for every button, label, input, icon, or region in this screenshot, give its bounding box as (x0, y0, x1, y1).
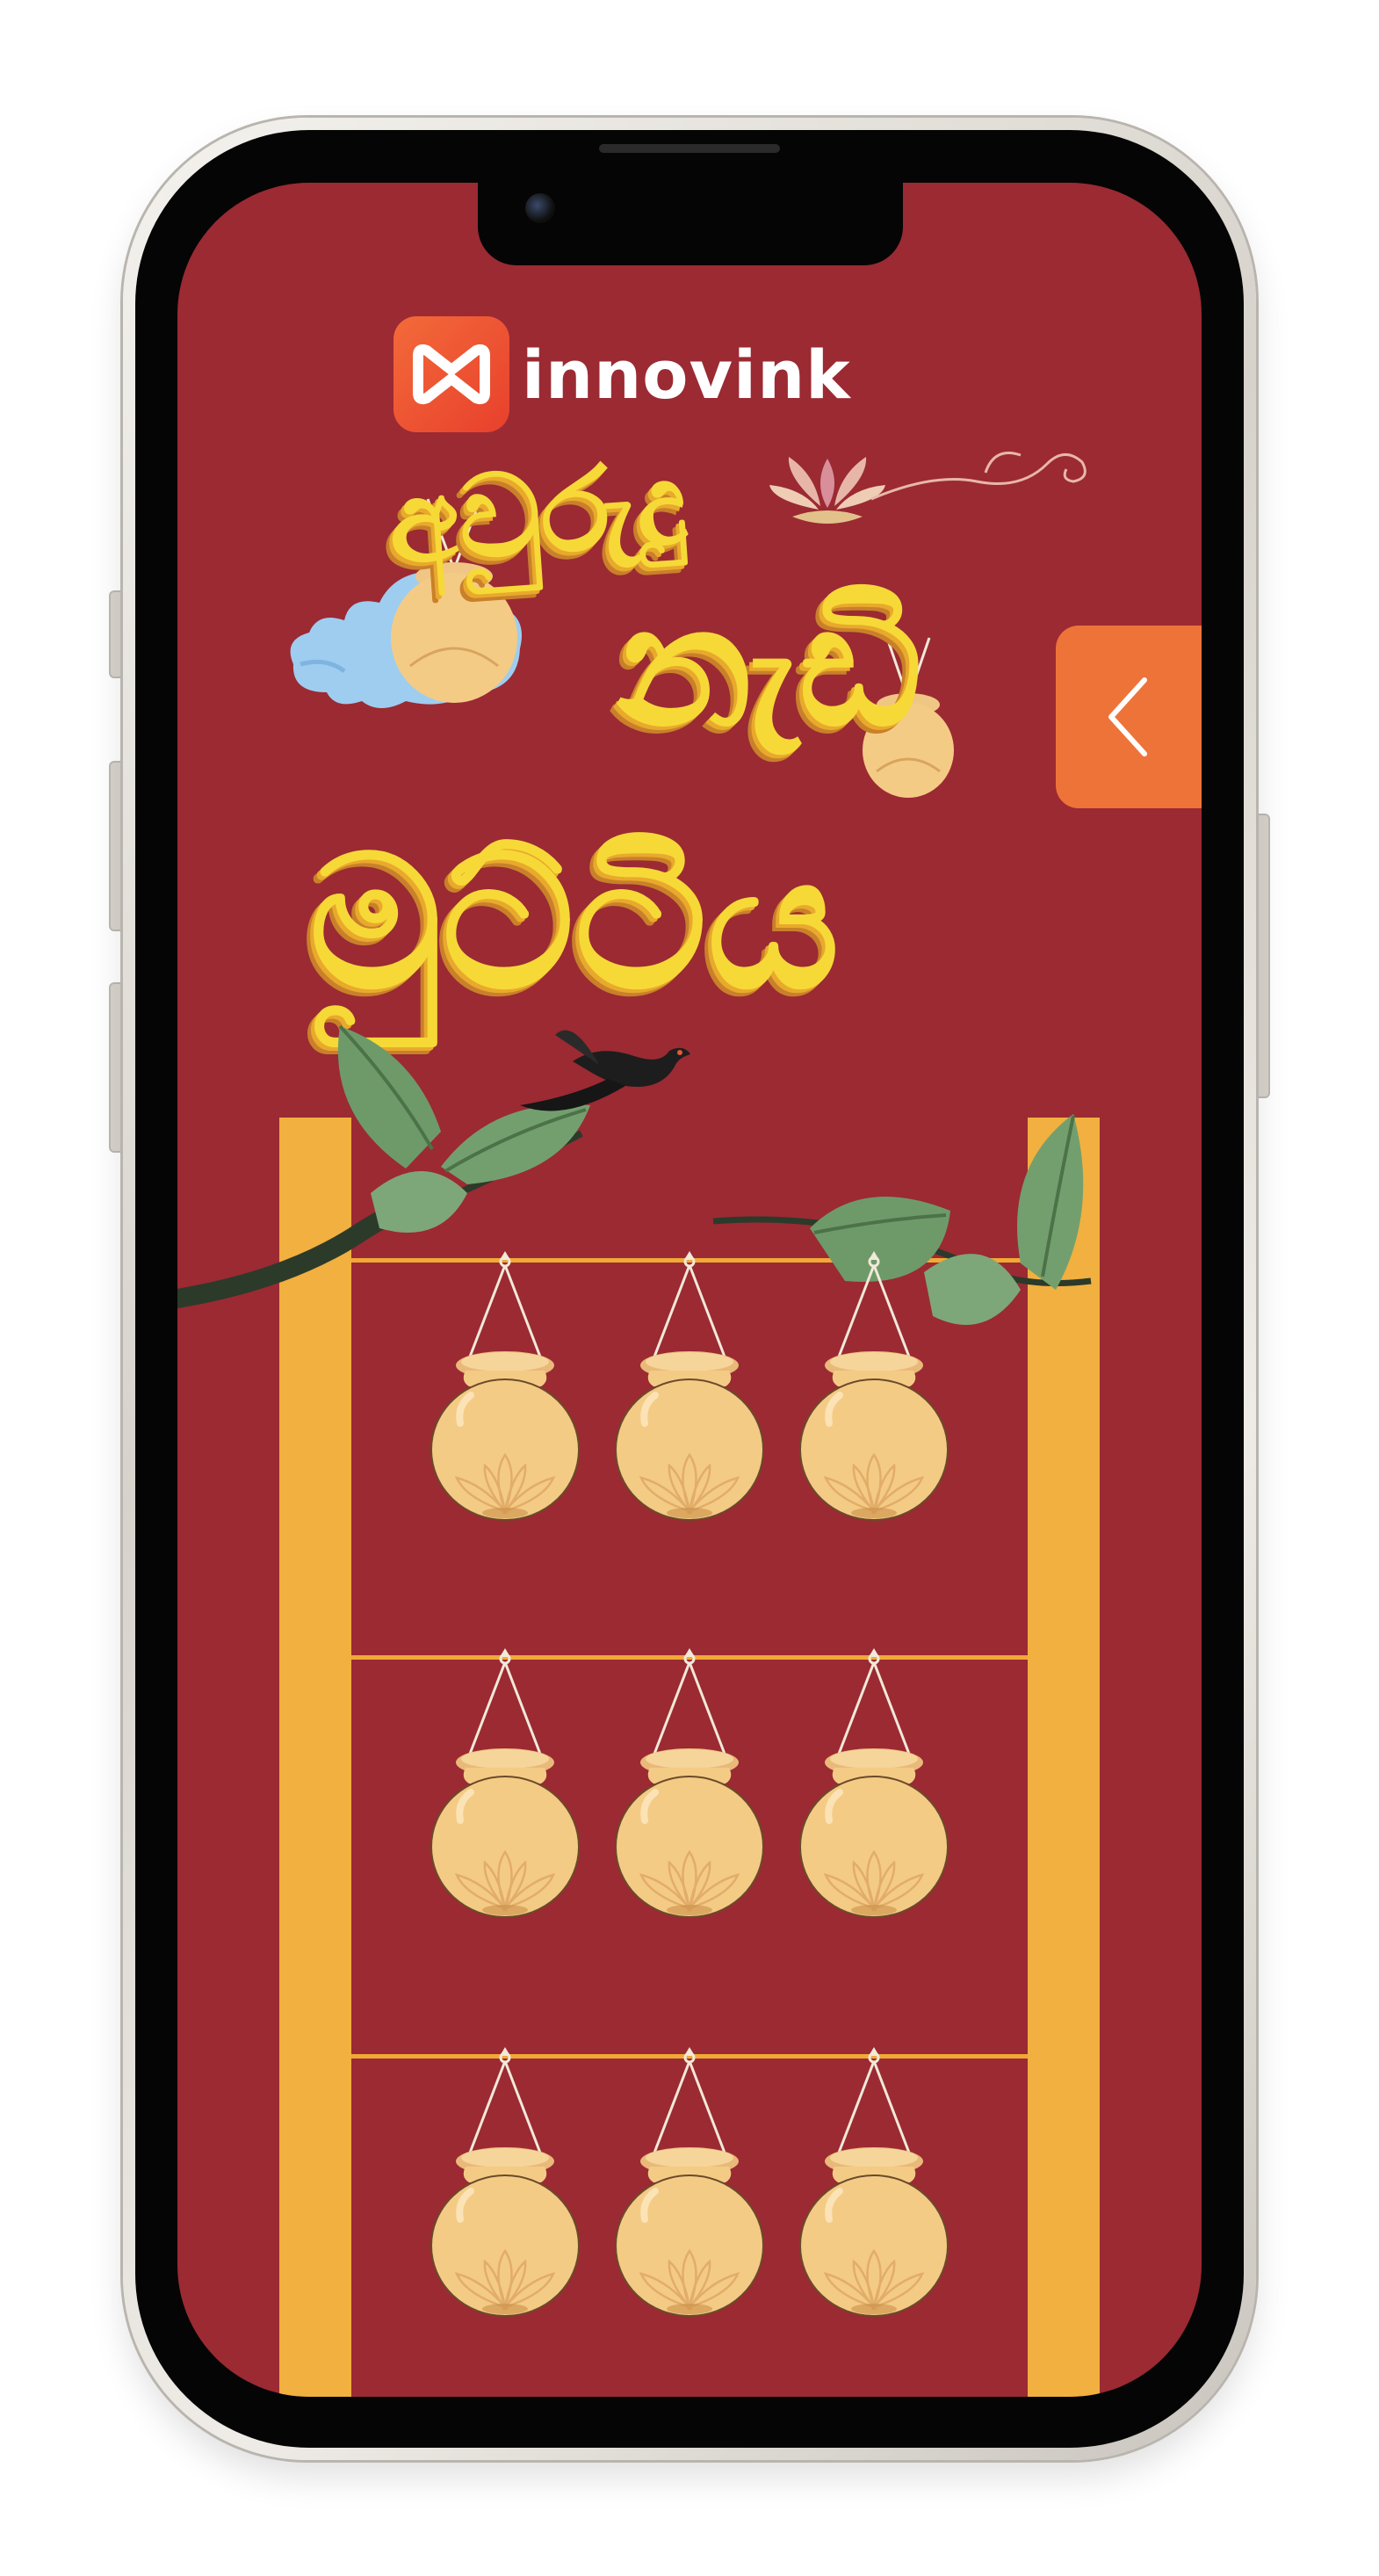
chevron-left-icon (1108, 677, 1147, 756)
clay-pot-icon (615, 2047, 764, 2317)
clay-pot-icon (799, 1251, 949, 1521)
power-button (1254, 814, 1270, 1098)
earpiece-speaker (599, 144, 780, 153)
pot-3-1[interactable] (430, 2044, 580, 2325)
clay-pot-icon (430, 1648, 580, 1918)
clay-pot-icon (799, 2047, 949, 2317)
clay-pot-icon (430, 1251, 580, 1521)
clay-pot-icon (615, 1648, 764, 1918)
leaf-icon (1017, 1114, 1084, 1290)
pot-2-1[interactable] (430, 1645, 580, 1926)
back-button[interactable] (1056, 626, 1202, 808)
pot-3-3[interactable] (799, 2044, 949, 2325)
pot-2-2[interactable] (615, 1645, 764, 1926)
bird-icon (520, 1030, 690, 1111)
pot-1-3[interactable] (799, 1248, 949, 1529)
front-camera (525, 193, 555, 223)
pot-2-3[interactable] (799, 1645, 949, 1926)
game-screen: innovink අවුරුදු නැඩි මුට්ටිය (177, 183, 1202, 2397)
clay-pot-icon (430, 2047, 580, 2317)
pot-3-2[interactable] (615, 2044, 764, 2325)
clay-pot-icon (615, 1251, 764, 1521)
leaf-icon (371, 1171, 467, 1233)
pot-1-2[interactable] (615, 1248, 764, 1529)
leaf-icon (337, 1024, 441, 1169)
tree-branch-decoration (177, 1024, 1092, 1325)
clay-pot-icon (799, 1648, 949, 1918)
pot-1-1[interactable] (430, 1248, 580, 1529)
